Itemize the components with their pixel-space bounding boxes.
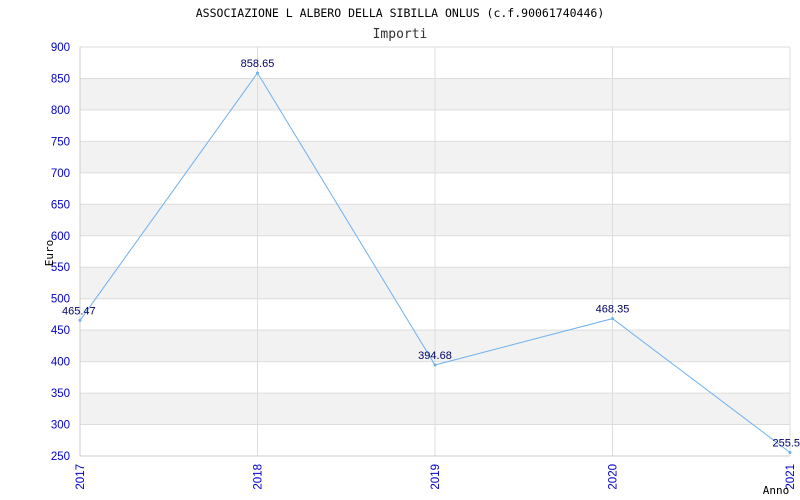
y-tick-label: 850: [51, 73, 70, 85]
y-axis-label: Euro: [43, 240, 56, 267]
x-tick-label: 2018: [253, 464, 265, 490]
y-tick-label: 900: [51, 42, 70, 54]
data-point: [788, 451, 792, 455]
line-chart: ASSOCIAZIONE L ALBERO DELLA SIBILLA ONLU…: [43, 6, 800, 497]
x-tick-label: 2019: [430, 464, 442, 490]
y-tick-label: 750: [51, 136, 70, 148]
data-point: [433, 363, 437, 367]
y-tick-label: 300: [51, 420, 70, 432]
y-tick-label: 500: [51, 294, 70, 306]
y-tick-label: 350: [51, 388, 70, 400]
data-label: 255.5: [772, 438, 800, 450]
y-tick-label: 700: [51, 168, 70, 180]
data-label: 858.65: [241, 58, 275, 70]
chart-title: ASSOCIAZIONE L ALBERO DELLA SIBILLA ONLU…: [196, 6, 605, 20]
data-label: 465.47: [62, 305, 96, 317]
y-tick-label: 450: [51, 325, 70, 337]
x-tick-label: 2017: [75, 464, 87, 490]
data-point: [256, 71, 259, 75]
data-point: [611, 317, 614, 321]
data-point: [78, 318, 82, 322]
y-tick-label: 400: [51, 357, 70, 369]
data-label: 468.35: [596, 304, 630, 316]
y-tick-label: 650: [51, 199, 70, 211]
chart-subtitle: Importi: [373, 27, 428, 42]
x-axis-label: Anno: [763, 484, 790, 497]
x-tick-label: 2020: [608, 464, 620, 490]
y-tick-label: 250: [51, 451, 70, 463]
y-tick-label: 800: [51, 105, 70, 117]
data-label: 394.68: [418, 350, 452, 362]
x-axis-ticks: 2017 2018 2019 2020 2021: [75, 464, 797, 490]
